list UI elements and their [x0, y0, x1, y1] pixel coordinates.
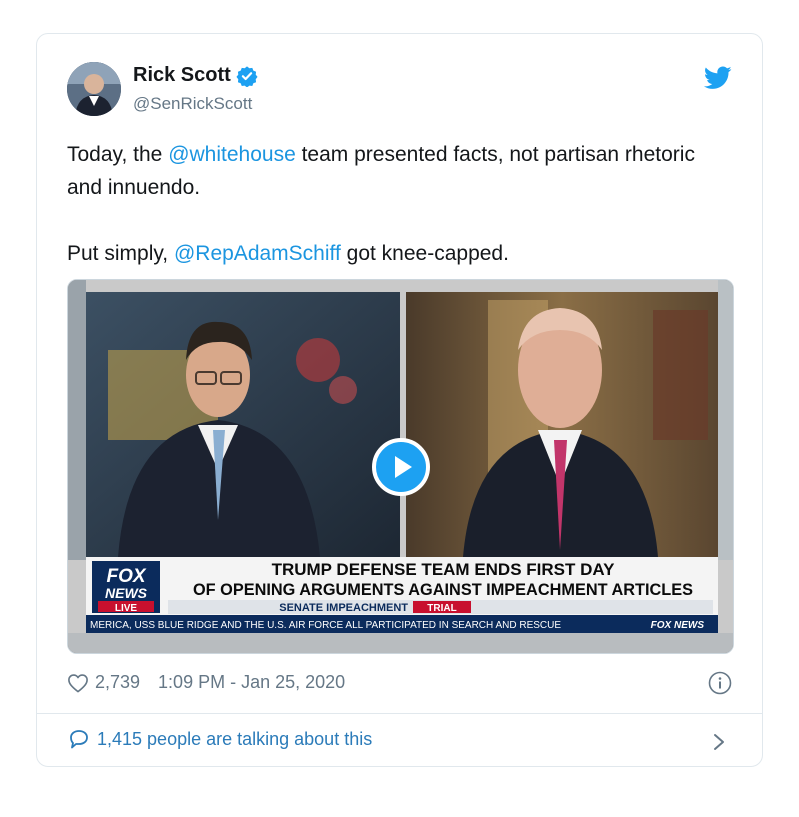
divider — [37, 713, 762, 714]
ticker-fox-logo: FOX NEWS — [651, 620, 705, 631]
video-player[interactable]: FOX NEWS LIVE TRUMP DEFENSE TEAM ENDS FI… — [67, 279, 734, 654]
tweet-text-segment: Put simply, — [67, 242, 174, 265]
avatar[interactable] — [67, 62, 121, 116]
mention-link-whitehouse[interactable]: @whitehouse — [168, 143, 296, 166]
tweet-paragraph-2: Put simply, @RepAdamSchiff got knee-capp… — [67, 237, 727, 270]
chyron-headline-2: OF OPENING ARGUMENTS AGAINST IMPEACHMENT… — [193, 580, 693, 599]
chyron-subhead: SENATE IMPEACHMENT — [279, 602, 408, 614]
tweet-text-segment: got knee-capped. — [340, 242, 509, 265]
author-name-row: Rick Scott — [133, 64, 258, 87]
tweet-text: Today, the @whitehouse team presented fa… — [67, 138, 727, 270]
info-icon[interactable] — [708, 671, 732, 695]
tweet-paragraph-1: Today, the @whitehouse team presented fa… — [67, 138, 727, 204]
chyron-trial-badge: TRIAL — [427, 603, 456, 614]
news-logo-text: NEWS — [105, 585, 148, 601]
conversation-link[interactable]: 1,415 people are talking about this — [67, 728, 372, 750]
reply-bubble-icon — [70, 730, 88, 749]
tweet-meta: 2,739 1:09 PM - Jan 25, 2020 — [67, 672, 345, 693]
author-name[interactable]: Rick Scott — [133, 64, 231, 87]
author-handle[interactable]: @SenRickScott — [133, 94, 252, 114]
tweet-text-segment: Today, the — [67, 143, 169, 166]
mention-link-repadamschiff[interactable]: @RepAdamSchiff — [174, 242, 341, 265]
tweet-timestamp[interactable]: 1:09 PM - Jan 25, 2020 — [158, 672, 345, 693]
play-button[interactable] — [372, 438, 430, 496]
like-count[interactable]: 2,739 — [95, 672, 140, 693]
fox-logo-text: FOX — [106, 566, 146, 587]
heart-icon[interactable] — [67, 673, 89, 693]
talking-count-text: 1,415 people are talking about this — [97, 728, 373, 749]
twitter-bird-icon[interactable] — [704, 66, 732, 90]
chevron-right-icon[interactable] — [712, 732, 726, 752]
live-badge: LIVE — [115, 603, 138, 614]
news-ticker: MERICA, USS BLUE RIDGE AND THE U.S. AIR … — [90, 620, 561, 631]
tweet-card: Rick Scott @SenRickScott Today, the @whi… — [36, 33, 763, 767]
play-icon — [395, 456, 412, 478]
chyron-headline-1: TRUMP DEFENSE TEAM ENDS FIRST DAY — [272, 560, 616, 579]
verified-badge-icon — [236, 65, 258, 87]
